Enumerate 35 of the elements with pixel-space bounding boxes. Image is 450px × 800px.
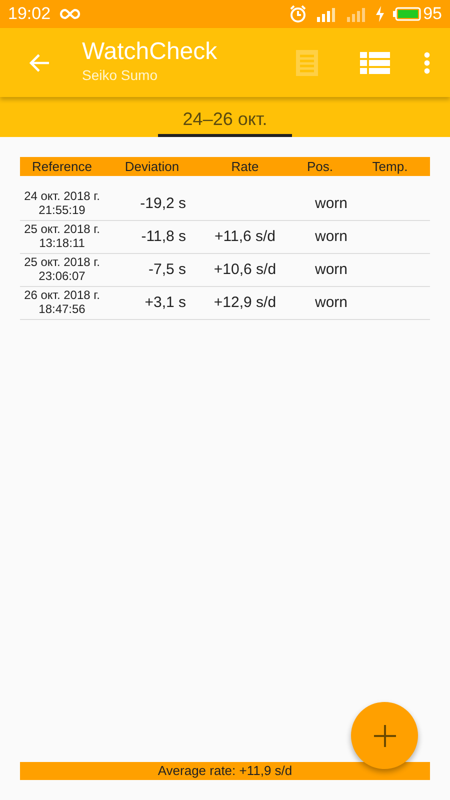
alarm-icon bbox=[289, 5, 308, 23]
position-cell-text: worn bbox=[314, 260, 349, 280]
signal-icon bbox=[315, 6, 338, 22]
position-cell-text: worn bbox=[314, 194, 349, 214]
charging-icon bbox=[375, 6, 386, 22]
add-button[interactable] bbox=[351, 702, 418, 769]
rate-cell-text: +12,9 s/d bbox=[212, 292, 278, 313]
date-time-cell-text: 26 окт. 2018 г. 18:47:56 bbox=[23, 289, 101, 317]
date-time-cell-text: 25 окт. 2018 г. 23:06:07 bbox=[23, 256, 101, 284]
column-heading: Pos. bbox=[306, 158, 334, 176]
more-icon bbox=[424, 50, 430, 74]
column-heading: Temp. bbox=[371, 158, 409, 176]
clock-time: 19:02 bbox=[8, 3, 51, 26]
date-time-cell-text: 24 окт. 2018 г. 21:55:19 bbox=[23, 190, 101, 218]
position-cell-text: worn bbox=[314, 226, 349, 247]
column-heading: Deviation bbox=[124, 158, 180, 176]
plus-icon bbox=[372, 724, 396, 748]
rate-cell-text: +10,6 s/d bbox=[212, 260, 278, 280]
average-rate-bar: Average rate: +11,9 s/d bbox=[20, 762, 430, 780]
rate-cell-text: +11,6 s/d bbox=[213, 226, 277, 247]
date-time-cell-text: 25 окт. 2018 г. 13:18:11 bbox=[23, 223, 101, 251]
battery-icon bbox=[393, 7, 422, 21]
infinity-icon bbox=[58, 8, 81, 20]
position-cell-text: worn bbox=[314, 292, 349, 313]
app-title: WatchCheck bbox=[82, 38, 218, 66]
column-heading: Rate bbox=[230, 158, 260, 176]
list-icon bbox=[360, 50, 390, 76]
deviation-cell-text: -11,8 s bbox=[140, 226, 187, 247]
deviation-cell-text: +3,1 s bbox=[144, 292, 187, 313]
deviation-cell-text: -7,5 s bbox=[147, 260, 187, 280]
signal-icon bbox=[345, 6, 368, 22]
watch-subtitle: Seiko Sumo bbox=[82, 66, 158, 86]
deviation-cell-text: -19,2 s bbox=[139, 194, 187, 214]
column-heading: Reference bbox=[31, 158, 93, 176]
battery-percent: 95 bbox=[423, 3, 442, 26]
